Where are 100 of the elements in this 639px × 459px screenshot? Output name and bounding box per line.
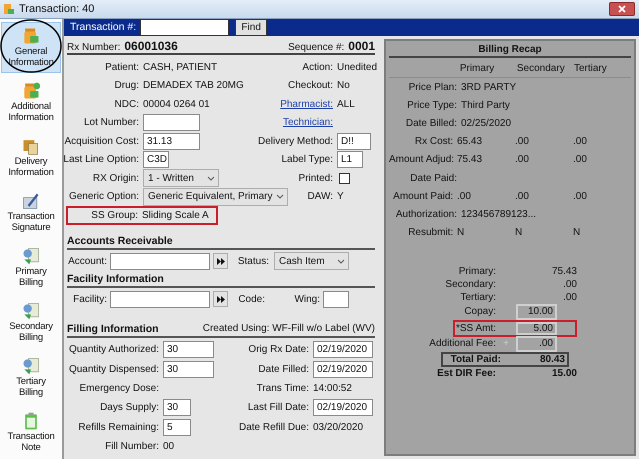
sidebar-item[interactable]: Primary Billing [1,242,61,293]
text-field[interactable]: L1 [337,151,363,168]
field-value: Y [337,190,344,204]
text-field[interactable]: 31.13 [143,132,200,150]
total-value: .00 [562,290,577,305]
field-label: Quantity Dispensed: [68,362,159,377]
forward-button[interactable] [213,291,228,307]
total-label: Primary: [458,264,496,279]
text-field[interactable]: 30 [163,360,214,378]
field-value: ALL [337,98,355,112]
total-value: 75.43 [550,264,577,279]
field-label: Quantity Authorized: [68,343,159,358]
field-label: Date Filled: [258,362,309,377]
field-value: Unedited [337,60,378,75]
text-field[interactable]: 02/19/2020 [313,341,373,358]
amount-field: 5.00 [516,322,557,335]
text-field[interactable] [143,114,200,132]
billing-document-icon [21,301,41,321]
field-label: Orig Rx Date: [248,343,309,358]
dropdown[interactable]: Cash Item [274,252,349,270]
field-value: .00 [515,153,530,168]
column-header: Primary [460,62,496,76]
field-value: .00 [515,190,530,204]
find-button[interactable]: Find [235,19,268,36]
field-label: Acquisition Cost: [64,134,139,149]
field-value: 3RD PARTY [461,80,518,95]
field-value: .00 [573,153,588,168]
link[interactable]: Technician: [282,115,333,130]
chevron-down-icon [337,258,345,264]
total-value: 15.00 [550,366,577,381]
sidebar-item[interactable]: Delivery Information [1,132,61,183]
sidebar-item[interactable]: Secondary Billing [1,297,61,348]
fast-forward-icon [216,258,224,264]
field-label: Authorization: [394,208,457,222]
field-label: Account: [67,254,107,268]
field-label: Days Supply: [100,401,159,416]
dropdown[interactable]: Generic Equivalent, Primary [143,188,288,206]
field-label: Date Billed: [404,116,457,131]
link[interactable]: Pharmacist: [280,96,333,112]
field-label: Amount Paid: [392,190,454,204]
annotation-ellipse [0,19,62,73]
sidebar-item[interactable]: Transaction Note [1,407,61,458]
field-label: Resubmit: [407,226,454,240]
close-button[interactable] [609,2,635,16]
total-label: Additional Fee: [428,337,496,352]
column-header: Tertiary [574,62,608,76]
billing-document-icon [21,246,41,266]
forward-button[interactable] [213,253,228,269]
wing-field[interactable] [323,290,349,308]
field-label: Fill Number: [105,440,159,454]
field-value: 02/25/2020 [461,116,512,131]
text-field[interactable]: 02/19/2020 [313,360,373,378]
text-field[interactable]: 30 [163,399,191,416]
rx-number-label: Rx Number: [67,41,120,55]
field-value: 14:00:52 [313,382,352,396]
total-label: Secondary: [444,278,496,292]
account-field[interactable] [110,252,210,270]
dropdown[interactable]: 1 - Written [143,169,219,188]
section-title: Facility Information [67,272,164,286]
field-label: Drug: [114,79,139,94]
field-label: Price Plan: [408,80,457,95]
text-field[interactable]: 02/19/2020 [313,399,373,416]
field-value: 65.43 [457,135,484,150]
field-label: NDC: [114,98,139,112]
field-value: .00 [515,135,530,150]
field-label: DAW: [307,190,333,204]
field-label: Date Paid: [409,172,457,186]
field-label: Generic Option: [68,190,139,204]
sidebar-item[interactable]: Tertiary Billing [1,352,61,403]
total-label: Tertiary: [459,290,496,305]
text-field[interactable]: 30 [163,341,214,358]
field-label: Delivery Method: [258,134,333,149]
amount-field: .00 [516,336,557,352]
text-field[interactable]: D!! [337,132,371,150]
column-header: Secondary [516,62,566,76]
facility-field[interactable] [110,290,210,308]
field-label: Lot Number: [84,116,139,130]
sidebar-item[interactable]: Transaction Signature [1,187,61,238]
field-value: DEMADEX TAB 20MG [143,79,244,94]
transaction-field[interactable] [140,19,230,36]
sequence-number: 0001 [348,38,375,55]
fast-forward-icon [216,296,224,302]
field-value: 00 [163,440,174,454]
field-label: Trans Time: [256,382,309,396]
field-value: Sliding Scale A [142,210,209,221]
field-value: N [515,226,524,240]
field-label: Wing: [293,292,320,306]
field-label: Patient: [105,60,139,75]
search-label: Transaction #: [70,20,136,35]
section-title: Filling Information [67,322,159,336]
text-field[interactable]: C3D [143,151,169,168]
field-value: Third Party [461,98,511,113]
field-value: .00 [573,190,588,204]
field-value: CASH, PATIENT [143,60,218,75]
signature-pen-icon [21,191,41,211]
checkbox[interactable] [339,172,350,184]
sidebar-item[interactable]: Additional Information [1,77,61,128]
text-field[interactable]: 5 [163,418,191,436]
field-label: Amount Adjud: [389,153,454,168]
sidebar-item[interactable]: General Information [1,22,61,73]
